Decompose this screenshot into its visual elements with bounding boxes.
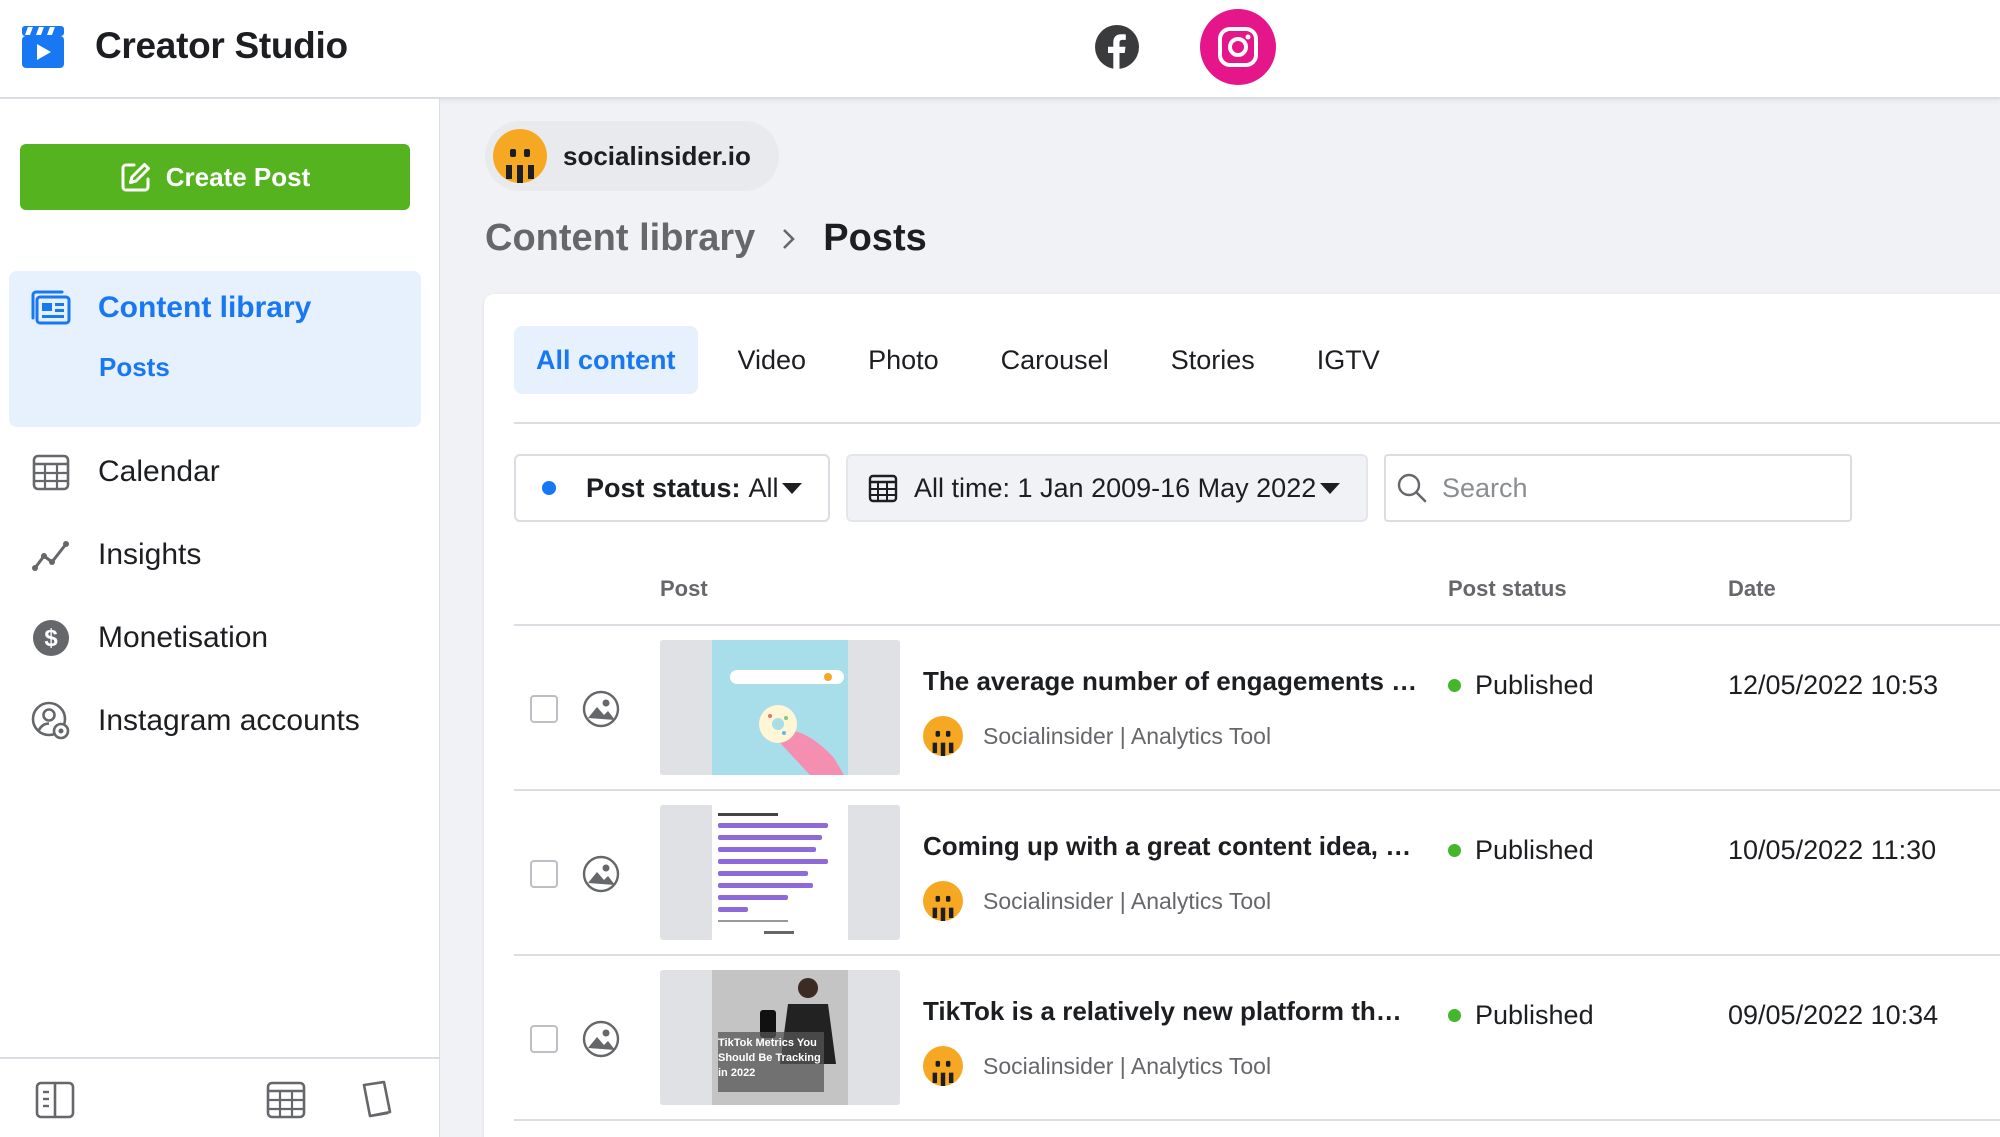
sidebar-item-label: Content library (98, 291, 312, 324)
status-badge: Published (1448, 670, 1594, 701)
status-badge: Published (1448, 835, 1594, 866)
sidebar-footer (0, 1057, 440, 1137)
instagram-icon (1218, 27, 1258, 67)
creator-studio-logo-icon (22, 26, 64, 68)
tab-stories[interactable]: Stories (1149, 326, 1277, 394)
column-header-date[interactable]: Date (1728, 576, 1776, 602)
caret-down-icon (1320, 482, 1340, 494)
column-header-post-status[interactable]: Post status (1448, 576, 1567, 602)
avatar (923, 1046, 963, 1086)
page-title: Posts (823, 217, 927, 259)
sidebar-item-instagram-accounts[interactable]: Instagram accounts (30, 700, 360, 742)
table-row[interactable]: The average number of engagements … Soci… (514, 626, 2000, 791)
sidebar-item-label: Monetisation (98, 621, 269, 654)
row-checkbox[interactable] (530, 1025, 558, 1053)
sidebar-item-label: Instagram accounts (98, 704, 360, 737)
monetisation-icon: $ (30, 617, 72, 659)
published-dot (1448, 1009, 1461, 1022)
post-date: 12/05/2022 10:53 (1728, 670, 1939, 700)
insights-icon (30, 534, 72, 576)
thumbnail-caption: TikTok Metrics You Should Be Tracking in… (718, 1037, 821, 1079)
photo-post-icon (582, 855, 620, 893)
tabs-divider (514, 422, 2000, 424)
tab-carousel[interactable]: Carousel (979, 326, 1131, 394)
sidebar-item-label: Insights (98, 538, 202, 571)
status-label: Published (1475, 835, 1594, 865)
content-type-tabs: All content Video Photo Carousel Stories… (514, 326, 1420, 394)
row-checkbox[interactable] (530, 695, 558, 723)
sidebar-subitem-posts[interactable]: Posts (99, 352, 170, 383)
post-title[interactable]: TikTok is a relatively new platform th… (923, 996, 1402, 1027)
photo-post-icon (582, 690, 620, 728)
notebook-icon[interactable] (356, 1079, 398, 1121)
row-checkbox[interactable] (530, 860, 558, 888)
status-badge: Published (1448, 1000, 1594, 1031)
post-author-name: Socialinsider | Analytics Tool (983, 887, 1272, 914)
sidebar-item-calendar[interactable]: Calendar (30, 451, 220, 493)
account-selector[interactable]: socialinsider.io (485, 121, 779, 191)
status-label: Published (1475, 1000, 1594, 1030)
post-author-name: Socialinsider | Analytics Tool (983, 1052, 1272, 1079)
tab-all-content[interactable]: All content (514, 326, 698, 394)
post-date: 10/05/2022 11:30 (1728, 835, 1937, 865)
sidebar-item-insights[interactable]: Insights (30, 534, 201, 576)
content-library-icon (30, 287, 72, 329)
tab-video[interactable]: Video (716, 326, 829, 394)
compose-icon (121, 163, 150, 192)
post-author-name: Socialinsider | Analytics Tool (983, 722, 1272, 749)
table-row[interactable]: Coming up with a great content idea, … S… (514, 791, 2000, 956)
post-thumbnail[interactable]: TikTok Metrics You Should Be Tracking in… (660, 970, 900, 1105)
post-status-value: All (748, 472, 779, 503)
avatar (923, 881, 963, 921)
post-thumbnail[interactable] (660, 805, 900, 940)
calendar-icon (30, 451, 72, 493)
sidebar-item-monetisation[interactable]: $ Monetisation (30, 617, 268, 659)
post-thumbnail[interactable] (660, 640, 900, 775)
instagram-accounts-icon (30, 700, 72, 742)
table-row[interactable]: TikTok Metrics You Should Be Tracking in… (514, 956, 2000, 1121)
post-status-dropdown[interactable]: Post status: All (514, 454, 830, 522)
tab-igtv[interactable]: IGTV (1295, 326, 1402, 394)
photo-post-icon (582, 1020, 620, 1058)
caret-down-icon (782, 482, 802, 494)
facebook-icon[interactable] (1094, 24, 1140, 70)
sidebar: Create Post Content library Posts Calend… (0, 99, 440, 1137)
breadcrumb: Content library Posts (485, 217, 927, 260)
post-title[interactable]: The average number of engagements … (923, 666, 1417, 697)
post-author: Socialinsider | Analytics Tool (923, 1046, 1271, 1086)
svg-text:$: $ (44, 625, 58, 652)
date-range-label: All time: 1 Jan 2009-16 May 2022 (914, 472, 1317, 503)
search-icon (1397, 473, 1427, 503)
create-post-label: Create Post (165, 161, 311, 192)
account-name: socialinsider.io (563, 140, 751, 171)
calendar-icon (868, 474, 898, 503)
date-range-dropdown[interactable]: All time: 1 Jan 2009-16 May 2022 (846, 454, 1368, 522)
published-dot (1448, 844, 1461, 857)
avatar (493, 129, 547, 183)
avatar (923, 716, 963, 756)
create-post-button[interactable]: Create Post (20, 144, 410, 210)
instagram-toggle[interactable] (1200, 9, 1276, 85)
collapse-sidebar-icon[interactable] (34, 1079, 76, 1121)
top-bar: Creator Studio (0, 0, 2000, 99)
search-box[interactable] (1384, 454, 1852, 522)
sidebar-item-label: Calendar (98, 455, 220, 488)
post-date: 09/05/2022 10:34 (1728, 1000, 1939, 1030)
search-input[interactable] (1442, 472, 1822, 504)
app-title: Creator Studio (95, 25, 348, 66)
chevron-right-icon (783, 228, 796, 249)
breadcrumb-content-library[interactable]: Content library (485, 217, 755, 260)
content-panel: All content Video Photo Carousel Stories… (484, 294, 2000, 1137)
post-status-label: Post status: (586, 472, 741, 503)
post-title[interactable]: Coming up with a great content idea, … (923, 831, 1411, 862)
tab-photo[interactable]: Photo (846, 326, 961, 394)
post-author: Socialinsider | Analytics Tool (923, 716, 1271, 756)
published-dot (1448, 679, 1461, 692)
status-dot (542, 481, 556, 495)
post-author: Socialinsider | Analytics Tool (923, 881, 1271, 921)
calendar-icon[interactable] (265, 1079, 307, 1121)
column-header-post[interactable]: Post (660, 576, 708, 602)
status-label: Published (1475, 670, 1594, 700)
sidebar-item-content-library[interactable]: Content library (30, 287, 311, 329)
